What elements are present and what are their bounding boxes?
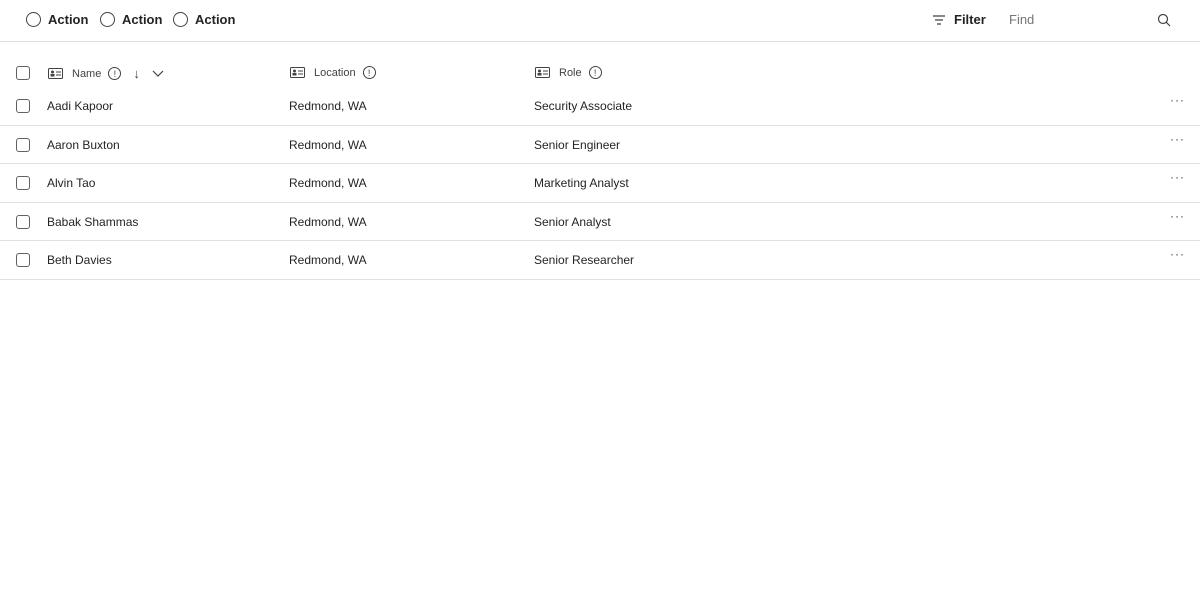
info-icon[interactable]: ! [588, 66, 602, 79]
circle-icon [173, 12, 188, 27]
more-options-icon[interactable]: ··· [1170, 247, 1185, 261]
table-row[interactable]: Alvin Tao Redmond, WA Marketing Analyst … [0, 164, 1200, 203]
cell-role: Senior Engineer [534, 137, 621, 152]
action-label: Action [195, 12, 236, 27]
column-header-location[interactable]: Location ! [290, 66, 376, 79]
column-header-name[interactable]: Name ! ↓ [48, 66, 164, 81]
circle-icon [26, 12, 41, 27]
cell-location: Redmond, WA [289, 99, 367, 113]
more-options-icon[interactable]: ··· [1170, 170, 1185, 184]
column-header-role[interactable]: Role ! [535, 66, 602, 79]
filter-button[interactable]: Filter [932, 12, 986, 27]
cell-role: Marketing Analyst [534, 176, 629, 190]
circle-icon [100, 12, 115, 27]
chevron-down-icon[interactable] [152, 70, 164, 78]
cell-location: Redmond, WA [289, 176, 367, 190]
cell-name: Aaron Buxton [47, 137, 120, 152]
more-options-icon[interactable]: ··· [1170, 209, 1185, 223]
find-input[interactable] [1009, 12, 1139, 27]
column-label: Location [314, 66, 356, 79]
cell-location: Redmond, WA [289, 253, 367, 267]
action-button-2[interactable]: Action [100, 12, 162, 27]
cell-name: Beth Davies [47, 253, 112, 267]
select-all-checkbox[interactable] [16, 66, 30, 80]
column-label: Name [72, 67, 102, 80]
row-checkbox[interactable] [16, 99, 30, 113]
table-row[interactable]: Babak Shammas Redmond, WA Senior Analyst… [0, 203, 1200, 241]
row-checkbox[interactable] [16, 176, 30, 190]
contact-card-icon [290, 67, 305, 78]
row-checkbox[interactable] [16, 137, 30, 152]
table-row[interactable]: Aadi Kapoor Redmond, WA Security Associa… [0, 87, 1200, 126]
filter-icon [933, 14, 945, 25]
row-checkbox[interactable] [16, 253, 30, 267]
action-button-3[interactable]: Action [173, 12, 235, 27]
contact-card-icon [535, 67, 550, 78]
toolbar: Action Action Action Filter [0, 0, 1200, 42]
search-icon[interactable] [1157, 13, 1171, 27]
cell-location: Redmond, WA [289, 137, 367, 152]
table-header: Name ! ↓ Location ! Role ! [0, 62, 1200, 86]
cell-name: Babak Shammas [47, 214, 139, 229]
action-button-1[interactable]: Action [26, 12, 88, 27]
row-checkbox[interactable] [16, 214, 30, 229]
sort-descending-icon[interactable]: ↓ [133, 66, 140, 81]
info-icon[interactable]: ! [108, 67, 122, 80]
cell-role: Security Associate [534, 99, 633, 113]
more-options-icon[interactable]: ··· [1170, 132, 1185, 146]
table-row[interactable]: Aaron Buxton Redmond, WA Senior Engineer… [0, 126, 1200, 164]
cell-location: Redmond, WA [289, 214, 367, 229]
cell-name: Aadi Kapoor [47, 99, 114, 113]
action-label: Action [122, 12, 163, 27]
cell-role: Senior Analyst [534, 214, 611, 229]
more-options-icon[interactable]: ··· [1170, 93, 1185, 107]
table-row[interactable]: Beth Davies Redmond, WA Senior Researche… [0, 241, 1200, 280]
info-icon[interactable]: ! [362, 66, 376, 79]
filter-label: Filter [954, 12, 986, 27]
action-label: Action [48, 12, 89, 27]
cell-name: Alvin Tao [47, 176, 96, 190]
contact-card-icon [48, 68, 63, 79]
column-label: Role [559, 66, 582, 79]
cell-role: Senior Researcher [534, 253, 635, 267]
